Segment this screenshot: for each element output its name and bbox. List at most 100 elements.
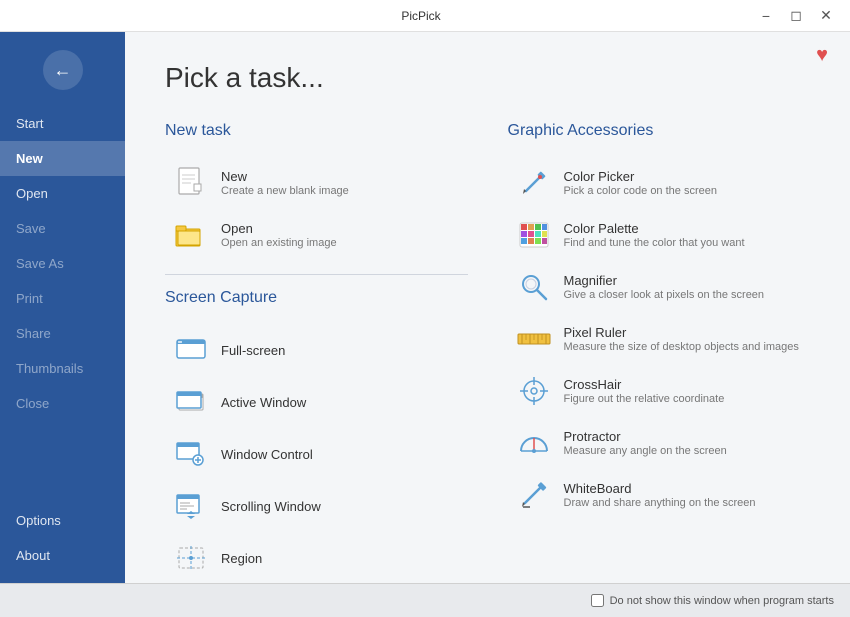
task-color-palette-desc: Find and tune the color that you want — [564, 237, 745, 249]
sidebar-item-thumbnails[interactable]: Thumbnails — [0, 351, 125, 386]
protractor-icon — [518, 427, 550, 459]
task-magnifier-text: Magnifier Give a closer look at pixels o… — [564, 273, 765, 301]
new-icon — [175, 167, 207, 199]
task-fullscreen-text: Full-screen — [221, 343, 285, 358]
sidebar-item-about[interactable]: About — [0, 538, 125, 573]
window-controls: − ◻ ✕ — [752, 2, 840, 30]
task-crosshair-name: CrossHair — [564, 377, 725, 392]
main-content: ♥ Pick a task... New task — [125, 32, 850, 583]
sections-row: New task — [165, 122, 810, 583]
task-region-name: Region — [221, 551, 262, 566]
task-crosshair-desc: Figure out the relative coordinate — [564, 393, 725, 405]
window-control-icon — [175, 438, 207, 470]
sidebar-item-save-as[interactable]: Save As — [0, 246, 125, 281]
task-color-picker-text: Color Picker Pick a color code on the sc… — [564, 169, 717, 197]
fullscreen-icon — [175, 334, 207, 366]
task-protractor[interactable]: Protractor Measure any angle on the scre… — [508, 418, 811, 468]
task-active-window[interactable]: Active Window — [165, 377, 468, 427]
task-pixel-ruler[interactable]: Pixel Ruler Measure the size of desktop … — [508, 314, 811, 364]
page-title: Pick a task... — [165, 62, 810, 94]
new-task-title: New task — [165, 122, 468, 140]
region-icon — [175, 542, 207, 574]
color-picker-icon — [518, 167, 550, 199]
task-scrolling-window[interactable]: Scrolling Window — [165, 481, 468, 531]
task-color-picker[interactable]: Color Picker Pick a color code on the sc… — [508, 158, 811, 208]
bottom-bar: Do not show this window when program sta… — [0, 583, 850, 617]
sidebar-item-share[interactable]: Share — [0, 316, 125, 351]
sidebar: ← Start New Open Save Save As Print Shar… — [0, 32, 125, 583]
graphic-accessories-list: Color Picker Pick a color code on the sc… — [508, 158, 811, 520]
task-fullscreen-name: Full-screen — [221, 343, 285, 358]
task-scrolling-window-name: Scrolling Window — [221, 499, 321, 514]
task-protractor-desc: Measure any angle on the screen — [564, 445, 727, 457]
close-button[interactable]: ✕ — [812, 2, 840, 30]
task-protractor-text: Protractor Measure any angle on the scre… — [564, 429, 727, 457]
back-button[interactable]: ← — [43, 50, 83, 90]
task-magnifier-desc: Give a closer look at pixels on the scre… — [564, 289, 765, 301]
sidebar-bottom: Options About — [0, 503, 125, 583]
task-pixel-ruler-name: Pixel Ruler — [564, 325, 799, 340]
task-new-text: New Create a new blank image — [221, 169, 349, 197]
task-color-palette-text: Color Palette Find and tune the color th… — [564, 221, 745, 249]
section-divider — [165, 274, 468, 275]
task-color-palette[interactable]: Color Palette Find and tune the color th… — [508, 210, 811, 260]
task-color-palette-name: Color Palette — [564, 221, 745, 236]
task-active-window-text: Active Window — [221, 395, 306, 410]
scrolling-window-icon — [175, 490, 207, 522]
task-new-name: New — [221, 169, 349, 184]
task-whiteboard-desc: Draw and share anything on the screen — [564, 497, 756, 509]
graphic-accessories-title: Graphic Accessories — [508, 122, 811, 140]
app-body: ← Start New Open Save Save As Print Shar… — [0, 32, 850, 583]
task-fullscreen[interactable]: Full-screen — [165, 325, 468, 375]
task-open-text: Open Open an existing image — [221, 221, 337, 249]
task-active-window-name: Active Window — [221, 395, 306, 410]
task-whiteboard-name: WhiteBoard — [564, 481, 756, 496]
task-crosshair-text: CrossHair Figure out the relative coordi… — [564, 377, 725, 405]
pixel-ruler-icon — [518, 323, 550, 355]
task-open-name: Open — [221, 221, 337, 236]
left-section: New task — [165, 122, 468, 583]
new-task-list: New Create a new blank image — [165, 158, 468, 260]
minimize-button[interactable]: − — [752, 2, 780, 30]
task-pixel-ruler-desc: Measure the size of desktop objects and … — [564, 341, 799, 353]
task-window-control-name: Window Control — [221, 447, 313, 462]
right-section: Graphic Accessories — [508, 122, 811, 583]
task-open[interactable]: Open Open an existing image — [165, 210, 468, 260]
sidebar-item-start[interactable]: Start — [0, 106, 125, 141]
task-open-desc: Open an existing image — [221, 237, 337, 249]
task-color-picker-desc: Pick a color code on the screen — [564, 185, 717, 197]
task-whiteboard[interactable]: WhiteBoard Draw and share anything on th… — [508, 470, 811, 520]
task-region[interactable]: Region — [165, 533, 468, 583]
crosshair-icon — [518, 375, 550, 407]
title-bar: PicPick − ◻ ✕ — [0, 0, 850, 32]
screen-capture-list: Full-screen — [165, 325, 468, 583]
screen-capture-title: Screen Capture — [165, 289, 468, 307]
task-crosshair[interactable]: CrossHair Figure out the relative coordi… — [508, 366, 811, 416]
task-protractor-name: Protractor — [564, 429, 727, 444]
task-color-picker-name: Color Picker — [564, 169, 717, 184]
sidebar-item-open[interactable]: Open — [0, 176, 125, 211]
task-pixel-ruler-text: Pixel Ruler Measure the size of desktop … — [564, 325, 799, 353]
task-window-control[interactable]: Window Control — [165, 429, 468, 479]
task-window-control-text: Window Control — [221, 447, 313, 462]
active-window-icon — [175, 386, 207, 418]
dont-show-checkbox[interactable] — [591, 594, 604, 607]
whiteboard-icon — [518, 479, 550, 511]
task-new[interactable]: New Create a new blank image — [165, 158, 468, 208]
color-palette-icon — [518, 219, 550, 251]
sidebar-item-options[interactable]: Options — [0, 503, 125, 538]
magnifier-icon — [518, 271, 550, 303]
maximize-button[interactable]: ◻ — [782, 2, 810, 30]
task-scrolling-window-text: Scrolling Window — [221, 499, 321, 514]
sidebar-item-save[interactable]: Save — [0, 211, 125, 246]
sidebar-item-print[interactable]: Print — [0, 281, 125, 316]
open-icon — [175, 219, 207, 251]
heart-icon: ♥ — [816, 44, 828, 67]
sidebar-item-close[interactable]: Close — [0, 386, 125, 421]
task-magnifier-name: Magnifier — [564, 273, 765, 288]
task-region-text: Region — [221, 551, 262, 566]
task-magnifier[interactable]: Magnifier Give a closer look at pixels o… — [508, 262, 811, 312]
task-new-desc: Create a new blank image — [221, 185, 349, 197]
task-whiteboard-text: WhiteBoard Draw and share anything on th… — [564, 481, 756, 509]
sidebar-item-new[interactable]: New — [0, 141, 125, 176]
